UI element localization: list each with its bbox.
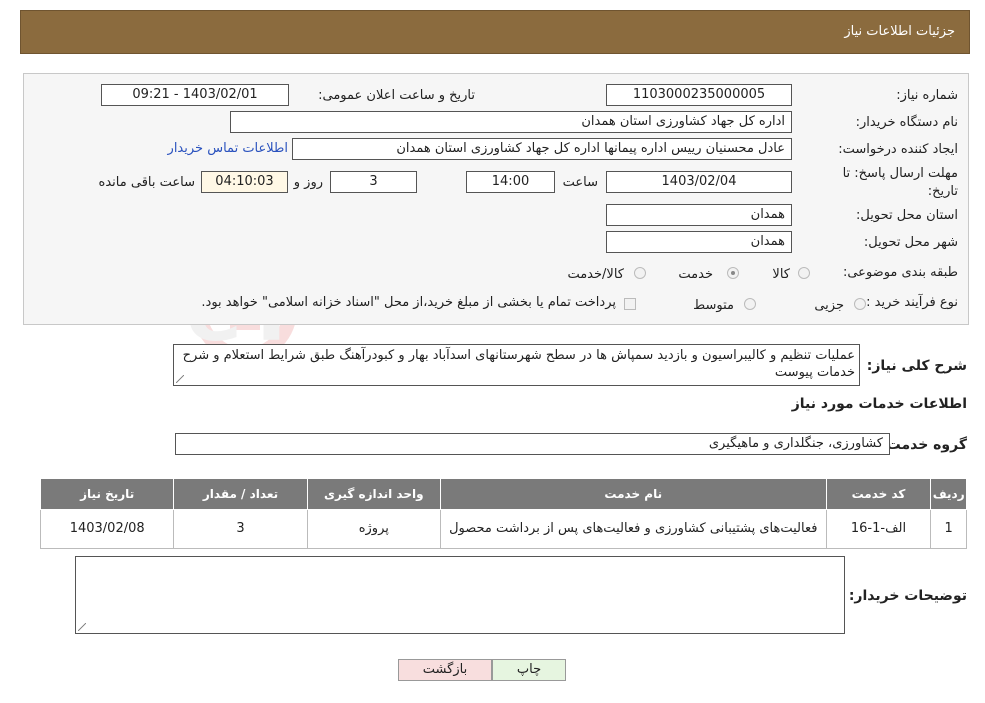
details-panel: شماره نیاز: 1103000235000005 تاریخ و ساع… [23,73,969,325]
city-field: همدان [606,231,792,253]
category-option-service: خدمت [678,267,713,282]
cell-row: 1 [930,509,967,549]
cell-need-date: 1403/02/08 [39,509,175,549]
city-label: شهر محل تحویل: [863,235,958,250]
need-number-label: شماره نیاز: [896,88,958,103]
buyer-org-field: اداره کل جهاد کشاورزی استان همدان [230,111,792,133]
description-textarea[interactable]: عملیات تنظیم و کالیبراسیون و بازدید سمپا… [173,344,860,386]
province-field: همدان [606,204,792,226]
category-option-goods-service: کالا/خدمت [567,267,624,282]
back-button[interactable]: بازگشت [398,659,492,681]
process-label: نوع فرآیند خرید : [866,295,958,310]
buyer-org-label: نام دستگاه خریدار: [855,115,958,130]
col-service-code: کد خدمت [825,478,932,510]
service-group-field: کشاورزی، جنگلداری و ماهیگیری [175,433,890,455]
process-radio-medium[interactable] [744,298,756,310]
buyer-contact-link[interactable]: اطلاعات تماس خریدار [168,141,288,156]
resize-grip-icon[interactable] [78,623,86,631]
province-label: استان محل تحویل: [856,208,958,223]
col-service-name: نام خدمت [439,478,827,510]
category-label: طبقه بندی موضوعی: [842,265,958,280]
col-unit: واحد اندازه گیری [306,478,441,510]
page-header: جزئیات اطلاعات نیاز [20,10,970,54]
announce-label: تاریخ و ساعت اعلان عمومی: [318,88,475,103]
cell-service-name: فعالیت‌های پشتیبانی کشاورزی و فعالیت‌های… [439,509,827,549]
time-label: ساعت [562,175,598,190]
service-group-label: گروه خدمت: [881,437,967,453]
col-row: ردیف [930,478,967,510]
buyer-notes-textarea[interactable] [75,556,845,634]
resize-grip-icon[interactable] [176,375,184,383]
treasury-payment-note: پرداخت تمام یا بخشی از مبلغ خرید،از محل … [201,295,616,310]
description-text: عملیات تنظیم و کالیبراسیون و بازدید سمپا… [182,348,855,380]
col-need-date: تاریخ نیاز [39,478,175,510]
creator-label: ایجاد کننده درخواست: [838,142,958,157]
buyer-notes-label: توضیحات خریدار: [848,588,967,604]
deadline-label: مهلت ارسال پاسخ: تا [842,166,958,181]
cell-quantity: 3 [173,509,308,549]
print-button[interactable]: چاپ [492,659,566,681]
need-number-field: 1103000235000005 [606,84,792,106]
deadline-date-field: 1403/02/04 [606,171,792,193]
services-table: ردیف کد خدمت نام خدمت واحد اندازه گیری ت… [39,478,967,549]
services-section-title: اطلاعات خدمات مورد نیاز [791,396,967,412]
announce-field: 1403/02/01 - 09:21 [101,84,289,106]
days-field: 3 [330,171,417,193]
process-option-medium: متوسط [693,298,734,313]
cell-unit: پروژه [306,509,441,549]
remaining-time-field: 04:10:03 [201,171,288,193]
services-table-header: ردیف کد خدمت نام خدمت واحد اندازه گیری ت… [39,478,967,510]
category-option-goods: کالا [772,267,790,282]
cell-service-code: الف-1-16 [825,509,932,549]
remaining-label: ساعت باقی مانده [98,175,195,190]
days-label: روز و [293,175,323,190]
deadline-time-field: 14:00 [466,171,555,193]
creator-field: عادل محسنیان رییس اداره پیمانها اداره کل… [292,138,792,160]
category-radio-service[interactable] [727,267,739,279]
deadline-label-2: تاریخ: [927,184,958,199]
description-label: شرح کلی نیاز: [866,358,967,374]
process-radio-minor[interactable] [854,298,866,310]
category-radio-goods[interactable] [798,267,810,279]
page-title: جزئیات اطلاعات نیاز [844,24,955,39]
table-row: 1 الف-1-16 فعالیت‌های پشتیبانی کشاورزی و… [39,509,967,549]
category-radio-goods-service[interactable] [634,267,646,279]
process-option-minor: جزیی [814,298,844,313]
treasury-payment-checkbox[interactable] [624,298,636,310]
col-quantity: تعداد / مقدار [173,478,308,510]
